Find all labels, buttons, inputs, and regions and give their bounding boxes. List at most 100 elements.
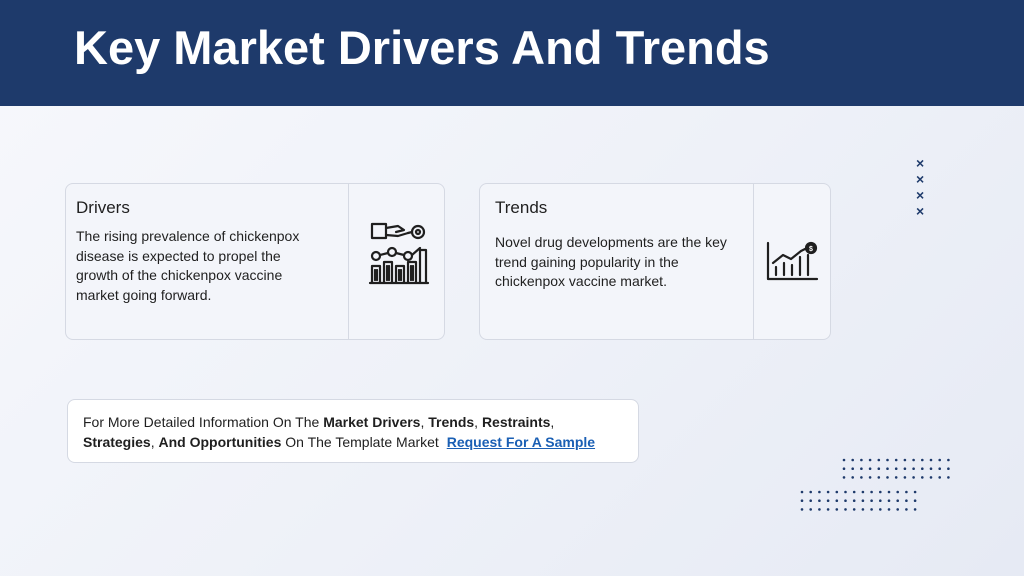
decor-dot: [860, 467, 863, 470]
x-mark-2: ×: [916, 171, 925, 187]
info-box: For More Detailed Information On The Mar…: [67, 399, 639, 463]
drivers-card: Drivers The rising prevalence of chicken…: [65, 183, 445, 340]
dot-grid-decoration: [800, 458, 950, 511]
decor-dot: [947, 458, 950, 462]
decor-dot: [912, 458, 915, 462]
request-sample-link[interactable]: Request For A Sample: [447, 434, 595, 450]
header-bar: Key Market Drivers And Trends: [0, 0, 1024, 106]
decor-dot: [809, 508, 812, 511]
info-opportunities: Opportunities: [189, 434, 282, 450]
trends-text: Novel drug developments are the key tren…: [495, 234, 727, 289]
svg-text:$: $: [809, 246, 813, 253]
decor-dot: [947, 476, 950, 479]
decor-dot: [903, 467, 907, 470]
trends-heading: Trends: [495, 198, 548, 217]
decor-dot: [818, 508, 821, 511]
info-suffix: On The Template Market: [281, 434, 439, 450]
decor-dot: [929, 476, 933, 479]
decor-dot: [851, 467, 854, 470]
decor-dot: [879, 508, 882, 511]
decor-dot: [894, 458, 898, 462]
decor-dot: [905, 490, 908, 494]
page-title: Key Market Drivers And Trends: [74, 21, 770, 74]
decor-dot: [887, 499, 891, 502]
decor-dot: [887, 508, 891, 511]
decor-dot: [879, 499, 882, 502]
decor-dot: [929, 458, 933, 462]
trends-divider: [753, 184, 754, 339]
decor-dot: [852, 508, 856, 511]
decor-dot: [921, 467, 924, 470]
decor-dot: [913, 490, 917, 494]
decor-dot: [877, 458, 881, 462]
drivers-text: The rising prevalence of chickenpox dise…: [76, 228, 300, 303]
decor-dot: [826, 499, 830, 502]
decor-dot: [868, 476, 872, 479]
decor-dot: [851, 476, 854, 479]
decor-dot: [886, 458, 889, 462]
decor-dot: [903, 476, 907, 479]
decor-dot: [886, 467, 889, 470]
decor-dot: [809, 499, 812, 502]
decor-dot: [877, 476, 881, 479]
decor-dot: [913, 508, 917, 511]
decor-dot: [947, 467, 950, 470]
trend-chart-icon: $: [765, 241, 819, 288]
decor-dot: [800, 490, 804, 494]
decor-dot: [800, 499, 804, 502]
decor-dot: [826, 508, 830, 511]
decor-dot: [938, 467, 941, 470]
decor-dot: [912, 476, 915, 479]
drivers-divider: [348, 184, 349, 339]
decor-dot: [844, 490, 847, 494]
info-prefix: For More Detailed Information On The: [83, 414, 324, 430]
decor-dot: [886, 476, 889, 479]
decor-dot: [894, 467, 898, 470]
decor-dot: [912, 467, 915, 470]
decor-dot: [852, 499, 856, 502]
decor-dot: [852, 490, 856, 494]
decor-dot: [861, 499, 865, 502]
decor-dot: [913, 499, 917, 502]
decor-dot: [861, 490, 865, 494]
decor-dot: [903, 458, 907, 462]
info-restraints: Restraints: [481, 414, 551, 430]
info-trends: Trends: [428, 414, 475, 430]
info-market-drivers: Market Drivers: [323, 414, 421, 430]
decor-dot: [818, 499, 821, 502]
x-mark-4: ×: [916, 203, 925, 219]
decor-dot: [877, 467, 881, 470]
decor-dot: [861, 508, 865, 511]
decor-dot: [938, 476, 941, 479]
decor-dot: [835, 508, 839, 511]
decor-dot: [835, 499, 839, 502]
decor-dot: [887, 490, 891, 494]
decor-dot: [896, 499, 899, 502]
decor-dot: [800, 508, 804, 511]
decor-dot: [896, 490, 899, 494]
decor-dot: [894, 476, 898, 479]
drivers-heading: Drivers: [76, 198, 130, 217]
decor-dot: [835, 490, 839, 494]
info-sep3: ,: [550, 414, 555, 430]
decor-dot: [826, 490, 830, 494]
decor-dot: [868, 458, 872, 462]
decor-dot: [929, 467, 933, 470]
decor-dot: [809, 490, 812, 494]
decor-dot: [842, 476, 846, 479]
decor-dot: [860, 458, 863, 462]
info-and: And: [158, 434, 190, 450]
decor-dot: [842, 458, 846, 462]
decor-dot: [905, 508, 908, 511]
decor-dot: [938, 458, 941, 462]
decor-dot: [842, 467, 846, 470]
decor-dot: [905, 499, 908, 502]
trends-card: Trends Novel drug developments are the k…: [479, 183, 831, 340]
decor-dot: [921, 458, 924, 462]
decor-dot: [870, 490, 873, 494]
decor-dot: [879, 490, 882, 494]
info-strategies: Strategies: [83, 434, 151, 450]
x-mark-1: ×: [916, 155, 925, 171]
decor-dot: [868, 467, 872, 470]
decor-dot: [818, 490, 821, 494]
